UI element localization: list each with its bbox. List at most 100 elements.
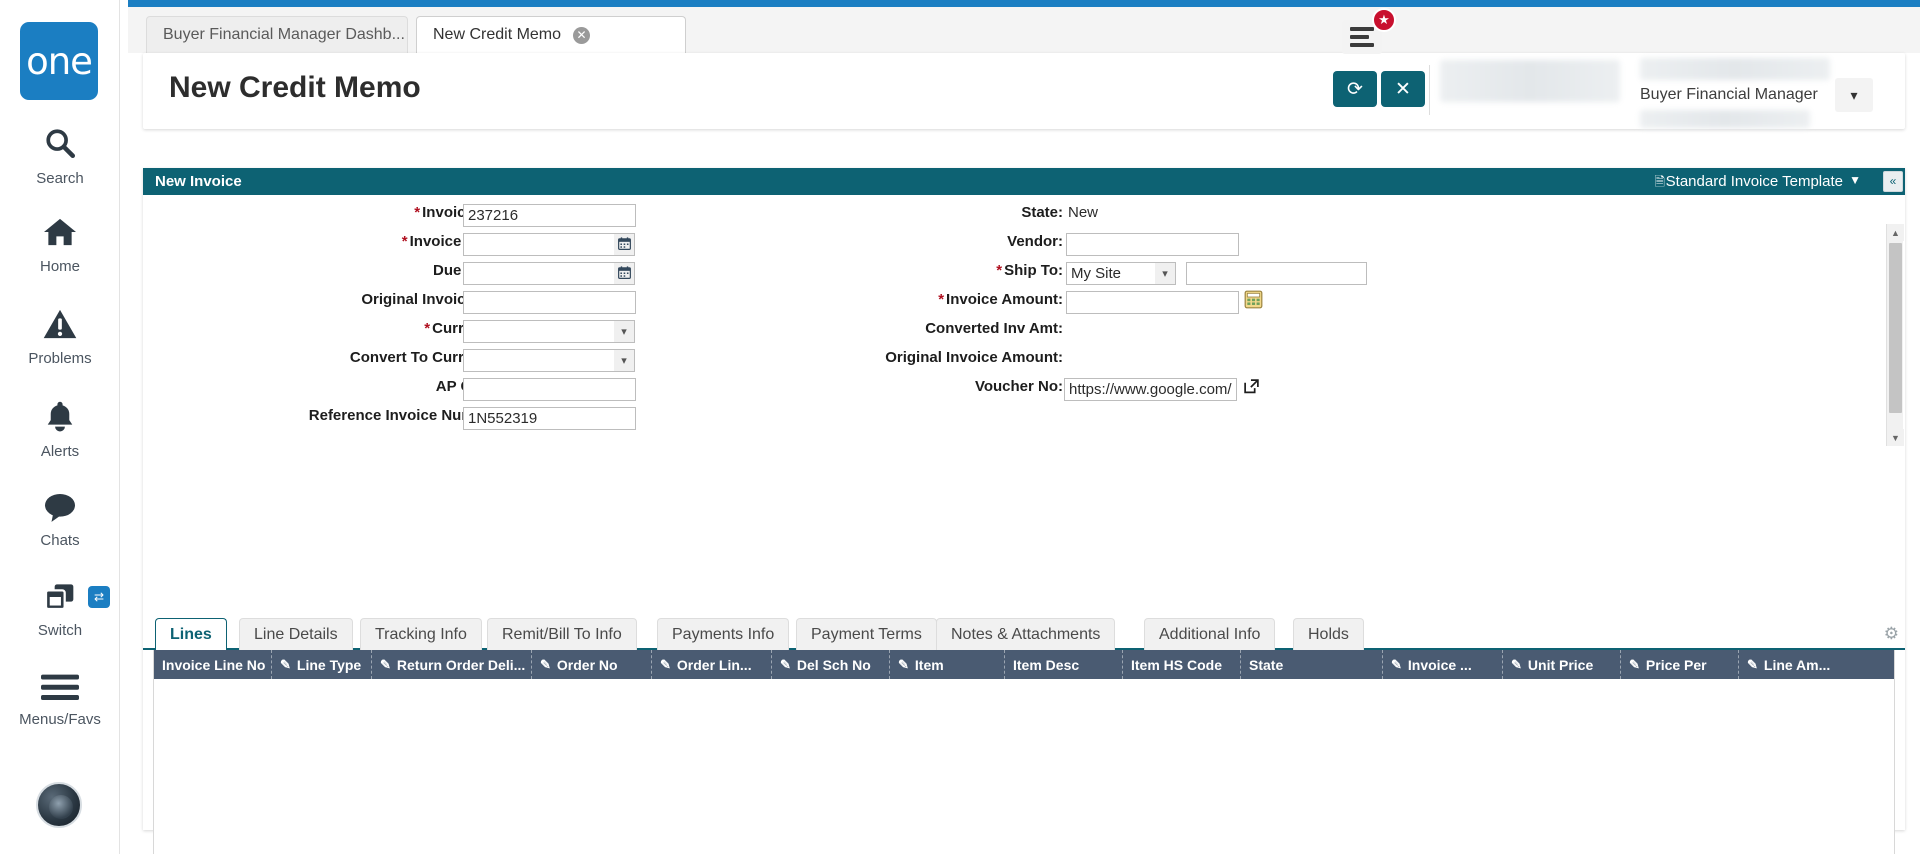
tab-payment-terms[interactable]: Payment Terms — [796, 618, 937, 650]
template-selector-label[interactable]: Standard Invoice Template — [1666, 173, 1843, 190]
star-badge-icon[interactable]: ★ — [1372, 8, 1396, 32]
browser-tab-new-credit-memo[interactable]: New Credit Memo ✕ — [416, 16, 686, 56]
invoice-date-input[interactable] — [463, 233, 615, 256]
required-marker: * — [996, 262, 1003, 279]
grid-col-unit-price[interactable]: ✎ Unit Price — [1503, 650, 1621, 679]
chat-bubble-icon — [43, 492, 77, 526]
app-logo[interactable]: one — [20, 22, 98, 100]
grid-col-return-order-delivery[interactable]: ✎ Return Order Deli... — [372, 650, 532, 679]
star-glyph: ★ — [1378, 12, 1390, 27]
header-divider — [1429, 65, 1430, 115]
grid-col-item-desc[interactable]: Item Desc — [1005, 650, 1123, 679]
field-row-currency: *Currency: — [143, 317, 503, 346]
blurred-user-name — [1640, 58, 1830, 80]
grid-col-label: Invoice Line No — [162, 656, 266, 673]
tab-notes-attachments[interactable]: Notes & Attachments — [936, 618, 1116, 650]
tab-additional-info[interactable]: Additional Info — [1144, 618, 1276, 650]
due-date-picker-button[interactable] — [614, 262, 635, 285]
original-invoice-no-input[interactable] — [463, 291, 636, 314]
field-row-invoice-no: *Invoice No: — [143, 201, 503, 230]
rail-label-alerts: Alerts — [40, 443, 80, 460]
edit-icon: ✎ — [780, 656, 791, 672]
invoice-amount-input[interactable] — [1066, 291, 1239, 314]
currency-dropdown-button[interactable]: ▾ — [614, 320, 635, 343]
switch-badge-icon[interactable]: ⇄ — [88, 586, 110, 608]
vendor-input[interactable] — [1066, 233, 1239, 256]
ap-code-input[interactable] — [463, 378, 636, 401]
switch-windows-icon — [44, 582, 76, 616]
tab-payments-info[interactable]: Payments Info — [657, 618, 790, 650]
grid-col-invoice-line-no[interactable]: Invoice Line No — [154, 650, 272, 679]
grid-col-price-per[interactable]: ✎ Price Per — [1621, 650, 1739, 679]
currency-select[interactable] — [463, 320, 615, 343]
gear-icon[interactable]: ⚙ — [1884, 624, 1899, 644]
grid-col-line-type[interactable]: ✎ Line Type — [272, 650, 372, 679]
grid-col-order-line[interactable]: ✎ Order Lin... — [652, 650, 772, 679]
rail-item-home[interactable]: Home — [0, 216, 120, 275]
tab-holds-label: Holds — [1308, 625, 1349, 643]
edit-icon: ✎ — [660, 656, 671, 672]
rail-item-menus-favs[interactable]: Menus/Favs — [0, 673, 120, 728]
tab-holds[interactable]: Holds — [1293, 618, 1364, 650]
field-row-state: State: — [703, 201, 1063, 230]
chevron-down-icon[interactable]: ▼ — [1849, 173, 1861, 187]
grid-col-label: Return Order Deli... — [396, 656, 526, 673]
close-button[interactable]: ✕ — [1381, 71, 1425, 107]
user-menu-caret-icon[interactable]: ▾ — [1835, 78, 1873, 112]
hamburger-bar — [1350, 43, 1374, 47]
invoice-no-input[interactable] — [463, 204, 636, 227]
convert-to-currency-dropdown-button[interactable]: ▾ — [614, 349, 635, 372]
refresh-button[interactable]: ⟳ — [1333, 71, 1377, 107]
grid-col-item-hs-code[interactable]: Item HS Code — [1123, 650, 1241, 679]
field-row-invoice-date: * Invoice Date: — [143, 230, 503, 259]
user-role-label: Buyer Financial Manager — [1640, 86, 1818, 103]
tab-remit-bill-to-info[interactable]: Remit/Bill To Info — [487, 618, 637, 650]
tab-tracking-info[interactable]: Tracking Info — [360, 618, 482, 650]
grid-header-row: Invoice Line No ✎ Line Type ✎ Return Order… — [154, 650, 1894, 679]
rail-item-search[interactable]: Search — [0, 126, 120, 187]
tab-remit-bill-to-info-label: Remit/Bill To Info — [502, 625, 622, 643]
blurred-avatar — [1440, 60, 1620, 102]
reference-invoice-number-input[interactable] — [463, 407, 636, 430]
ship-to-value-input[interactable] — [1186, 262, 1367, 285]
tab-line-details[interactable]: Line Details — [239, 618, 353, 650]
voucher-no-input[interactable] — [1064, 378, 1237, 401]
tab-lines[interactable]: Lines — [155, 618, 227, 652]
form-vertical-scrollbar[interactable]: ▲ ▼ — [1886, 224, 1904, 446]
grid-col-line-amount[interactable]: ✎ Line Am... — [1739, 650, 1857, 679]
rail-item-chats[interactable]: Chats — [0, 492, 120, 549]
page-title: New Credit Memo — [169, 71, 421, 104]
browser-tab-dashboard[interactable]: Buyer Financial Manager Dashb... ✕ — [146, 16, 434, 53]
grid-col-order-no[interactable]: ✎ Order No — [532, 650, 652, 679]
invoice-amount-calculator-button[interactable] — [1244, 290, 1263, 309]
collapse-panel-button[interactable]: « — [1883, 171, 1903, 192]
scroll-up-icon[interactable]: ▲ — [1887, 224, 1904, 241]
bell-icon — [45, 400, 75, 437]
convert-to-currency-select[interactable] — [463, 349, 615, 372]
rail-item-alerts[interactable]: Alerts — [0, 400, 120, 460]
browser-tab-new-credit-memo-label: New Credit Memo — [433, 26, 562, 43]
invoice-panel: New Invoice 🗎 Standard Invoice Template … — [143, 168, 1905, 854]
double-chevron-up-icon: « — [1889, 174, 1897, 188]
field-row-original-invoice-no: Original Invoice No: — [143, 288, 503, 317]
required-marker: * — [424, 320, 431, 337]
chevron-down-icon: ▾ — [621, 326, 627, 338]
grid-col-item[interactable]: ✎ Item — [890, 650, 1005, 679]
ship-to-dropdown-button[interactable]: ▾ — [1155, 262, 1176, 285]
grid-col-del-sch-no[interactable]: ✎ Del Sch No — [772, 650, 890, 679]
grid-col-label: Unit Price — [1527, 656, 1594, 673]
due-date-input[interactable] — [463, 262, 615, 285]
close-icon[interactable]: ✕ — [573, 26, 591, 44]
open-voucher-link-button[interactable] — [1243, 378, 1263, 398]
form-scroll-thumb[interactable] — [1889, 243, 1902, 413]
left-nav-rail: one Search Home Problems Alerts Chats Sw… — [0, 0, 120, 854]
grid-col-invoice-qty[interactable]: ✎ Invoice ... — [1383, 650, 1503, 679]
close-icon: ✕ — [1395, 78, 1411, 100]
avatar[interactable] — [36, 782, 82, 828]
rail-item-problems[interactable]: Problems — [0, 308, 120, 367]
invoice-detail-tabs: Lines Line Details Tracking Info Remit/B… — [143, 618, 1905, 652]
ship-to-select[interactable] — [1066, 262, 1156, 285]
grid-col-state[interactable]: State — [1241, 650, 1383, 679]
invoice-date-picker-button[interactable] — [614, 233, 635, 256]
scroll-down-icon[interactable]: ▼ — [1887, 429, 1904, 446]
